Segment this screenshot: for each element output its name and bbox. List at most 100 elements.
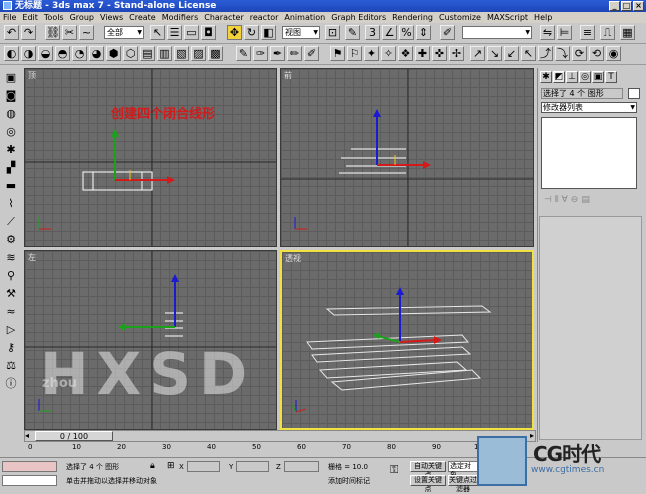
menu-character[interactable]: Character <box>201 13 247 22</box>
pin-stack-icon[interactable]: ⊣ <box>544 195 555 205</box>
y-coordinate-field[interactable] <box>236 461 269 472</box>
reactor-create-key-icon[interactable]: ⚷ <box>2 340 20 355</box>
reactor-hinge-icon[interactable]: ⚙ <box>2 232 20 247</box>
menu-customize[interactable]: Customize <box>436 13 484 22</box>
shelf-tool-29-icon[interactable]: ↙ <box>504 46 519 61</box>
shelf-tool-35-icon[interactable]: ◉ <box>606 46 621 61</box>
reactor-soft-icon[interactable]: ◎ <box>2 124 20 139</box>
key-mode-selected-dropdown[interactable]: 选定对象 <box>448 461 478 479</box>
shelf-tool-23-icon[interactable]: ❖ <box>398 46 413 61</box>
percent-snap-icon[interactable]: % <box>399 25 414 40</box>
remove-modifier-icon[interactable]: ⊖ <box>571 195 582 205</box>
shelf-tool-17-icon[interactable]: ✏ <box>287 46 302 61</box>
selection-filter-dropdown[interactable]: 全部 <box>104 26 144 39</box>
hierarchy-tab-icon[interactable]: ⊥ <box>566 71 578 83</box>
viewport-perspective[interactable]: 透视 <box>280 250 534 430</box>
reactor-spring-icon[interactable]: ⌇ <box>2 196 20 211</box>
shelf-tool-5-icon[interactable]: ◔ <box>72 46 87 61</box>
absolute-mode-icon[interactable]: ⊞ <box>167 461 175 471</box>
maximize-button[interactable]: □ <box>621 1 632 11</box>
menu-group[interactable]: Group <box>67 13 97 22</box>
menu-reactor[interactable]: reactor <box>247 13 282 22</box>
maxscript-listener-field[interactable] <box>2 461 57 472</box>
reactor-analyze-icon[interactable]: ⚖ <box>2 358 20 373</box>
mirror-icon[interactable]: ⇋ <box>540 25 555 40</box>
pivot-center-icon[interactable]: ⊡ <box>325 25 340 40</box>
shelf-tool-2-icon[interactable]: ◑ <box>21 46 36 61</box>
shelf-tool-6-icon[interactable]: ◕ <box>89 46 104 61</box>
shelf-tool-33-icon[interactable]: ⟳ <box>572 46 587 61</box>
key-filters-button[interactable]: 关键点过滤器 <box>448 475 478 493</box>
menu-graph-editors[interactable]: Graph Editors <box>328 13 389 22</box>
shelf-tool-4-icon[interactable]: ◓ <box>55 46 70 61</box>
select-and-rotate-icon[interactable]: ↻ <box>244 25 259 40</box>
layer-manager-icon[interactable]: ≡ <box>580 25 595 40</box>
modifier-stack[interactable] <box>541 117 637 189</box>
minimize-button[interactable]: _ <box>609 1 620 11</box>
configure-modifier-sets-icon[interactable]: ▤ <box>581 195 593 205</box>
shelf-tool-30-icon[interactable]: ↖ <box>521 46 536 61</box>
reactor-properties-icon[interactable]: ⓘ <box>2 376 20 391</box>
named-selection-sets-field[interactable] <box>462 26 532 39</box>
reactor-preview-icon[interactable]: ▷ <box>2 322 20 337</box>
snaps-toggle-icon[interactable]: 3 <box>365 25 380 40</box>
menu-help[interactable]: Help <box>531 13 555 22</box>
shelf-tool-22-icon[interactable]: ✧ <box>381 46 396 61</box>
shelf-tool-27-icon[interactable]: ↗ <box>470 46 485 61</box>
modifier-list-dropdown[interactable]: 修改器列表 <box>541 102 637 113</box>
time-slider[interactable]: ◂ 0 / 100 ▸ <box>24 430 536 442</box>
create-tab-icon[interactable]: ✱ <box>540 71 552 83</box>
reactor-dashpot-icon[interactable]: ⟋ <box>2 214 20 229</box>
reactor-plane-icon[interactable]: ▬ <box>2 178 20 193</box>
shelf-tool-34-icon[interactable]: ⟲ <box>589 46 604 61</box>
time-slider-prev-icon[interactable]: ◂ <box>25 431 29 440</box>
menu-edit[interactable]: Edit <box>19 13 41 22</box>
shelf-tool-13-icon[interactable]: ▩ <box>208 46 223 61</box>
shelf-tool-31-icon[interactable]: ⤴ <box>538 46 553 61</box>
menu-views[interactable]: Views <box>97 13 126 22</box>
shelf-tool-14-icon[interactable]: ✎ <box>236 46 251 61</box>
shelf-tool-25-icon[interactable]: ✜ <box>432 46 447 61</box>
show-end-result-icon[interactable]: ⫴ <box>555 195 562 205</box>
shelf-tool-19-icon[interactable]: ⚑ <box>330 46 345 61</box>
align-icon[interactable]: ⊨ <box>557 25 572 40</box>
reactor-rope-icon[interactable]: ✱ <box>2 142 20 157</box>
reactor-deform-icon[interactable]: ▞ <box>2 160 20 175</box>
reactor-cloth-icon[interactable]: ◍ <box>2 106 20 121</box>
select-and-move-icon[interactable]: ✥ <box>227 25 242 40</box>
modify-tab-icon[interactable]: ◩ <box>553 71 565 83</box>
shelf-tool-26-icon[interactable]: ✢ <box>449 46 464 61</box>
reactor-toy-car-icon[interactable]: ⚲ <box>2 268 20 283</box>
select-object-icon[interactable]: ↖ <box>150 25 165 40</box>
shelf-tool-16-icon[interactable]: ✒ <box>270 46 285 61</box>
viewport-front[interactable]: 前 <box>280 68 534 247</box>
shelf-tool-10-icon[interactable]: ▥ <box>157 46 172 61</box>
rectangular-selection-icon[interactable]: ▭ <box>184 25 199 40</box>
x-coordinate-field[interactable] <box>187 461 220 472</box>
maxscript-input-field[interactable] <box>2 475 57 486</box>
reactor-rigid-icon[interactable]: ◙ <box>2 88 20 103</box>
shelf-tool-32-icon[interactable]: ⤵ <box>555 46 570 61</box>
named-selection-icon[interactable]: ✐ <box>440 25 455 40</box>
select-by-name-icon[interactable]: ☰ <box>167 25 182 40</box>
select-manipulate-icon[interactable]: ✎ <box>345 25 360 40</box>
menu-file[interactable]: File <box>0 13 19 22</box>
menu-animation[interactable]: Animation <box>281 13 328 22</box>
viewport-left[interactable]: 左 <box>24 250 277 430</box>
shelf-tool-20-icon[interactable]: ⚐ <box>347 46 362 61</box>
bind-spacewarp-icon[interactable]: ~ <box>79 25 94 40</box>
object-name-field[interactable]: 选择了 4 个 图形 <box>541 88 623 99</box>
time-slider-thumb[interactable]: 0 / 100 <box>35 431 113 441</box>
shelf-tool-9-icon[interactable]: ▤ <box>140 46 155 61</box>
menu-tools[interactable]: Tools <box>41 13 67 22</box>
set-key-button[interactable]: 设置关键点 <box>410 475 446 493</box>
material-editor-icon[interactable]: ▦ <box>620 25 635 40</box>
undo-icon[interactable]: ↶ <box>4 25 19 40</box>
reactor-fracture-icon[interactable]: ⚒ <box>2 286 20 301</box>
select-link-icon[interactable]: ⛓ <box>45 25 60 40</box>
display-tab-icon[interactable]: ▣ <box>592 71 604 83</box>
curve-editor-icon[interactable]: ⎍ <box>600 25 615 40</box>
redo-icon[interactable]: ↷ <box>21 25 36 40</box>
utilities-tab-icon[interactable]: T <box>605 71 617 83</box>
object-color-swatch[interactable] <box>628 88 640 99</box>
